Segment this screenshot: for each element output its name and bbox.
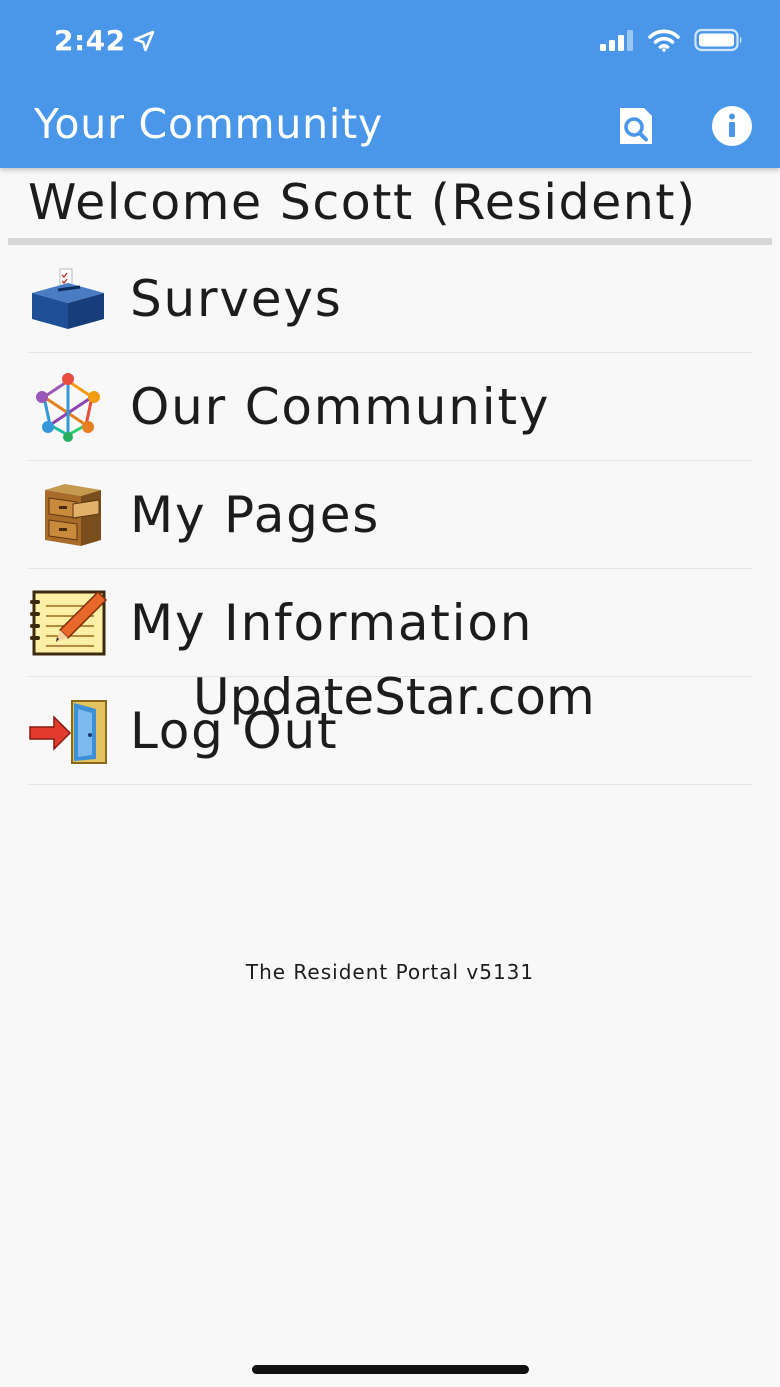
info-button[interactable] — [708, 102, 756, 150]
status-time-group: 2:42 — [54, 24, 156, 57]
menu-item-surveys[interactable]: Surveys — [28, 245, 752, 353]
search-document-icon — [620, 108, 652, 144]
menu-item-label: My Information — [130, 593, 534, 652]
menu-item-our-community[interactable]: Our Community — [28, 353, 752, 461]
battery-icon — [694, 28, 742, 52]
ballot-box-icon — [28, 259, 108, 339]
menu-item-my-information[interactable]: My Information — [28, 569, 752, 677]
header: 2:42 Your Community — [0, 0, 780, 168]
menu-item-label: Our Community — [130, 377, 551, 436]
search-document-button[interactable] — [612, 102, 660, 150]
wifi-icon — [648, 29, 680, 52]
welcome-divider — [8, 238, 772, 245]
main-menu: Surveys Our Community My Pages My Inform… — [28, 245, 752, 785]
app-version: The Resident Portal v5131 — [245, 960, 535, 984]
menu-item-label: Surveys — [130, 269, 343, 328]
welcome-heading: Welcome Scott (Resident) — [28, 174, 697, 231]
signal-icon — [600, 30, 633, 51]
people-network-icon — [28, 367, 108, 447]
menu-item-label: Log Out — [130, 701, 339, 760]
info-icon — [712, 106, 752, 146]
status-time: 2:42 — [54, 24, 126, 57]
menu-item-log-out[interactable]: Log Out — [28, 677, 752, 785]
status-icons — [600, 28, 744, 52]
menu-item-label: My Pages — [130, 485, 381, 544]
file-cabinet-icon — [28, 475, 108, 555]
app-title: Your Community — [34, 100, 384, 148]
exit-door-icon — [28, 691, 108, 771]
app-bar: Your Community — [0, 84, 780, 168]
menu-item-my-pages[interactable]: My Pages — [28, 461, 752, 569]
location-arrow-icon — [133, 30, 154, 51]
notepad-pencil-icon — [28, 583, 108, 663]
home-indicator[interactable] — [252, 1365, 529, 1374]
status-bar: 2:42 — [0, 0, 780, 84]
